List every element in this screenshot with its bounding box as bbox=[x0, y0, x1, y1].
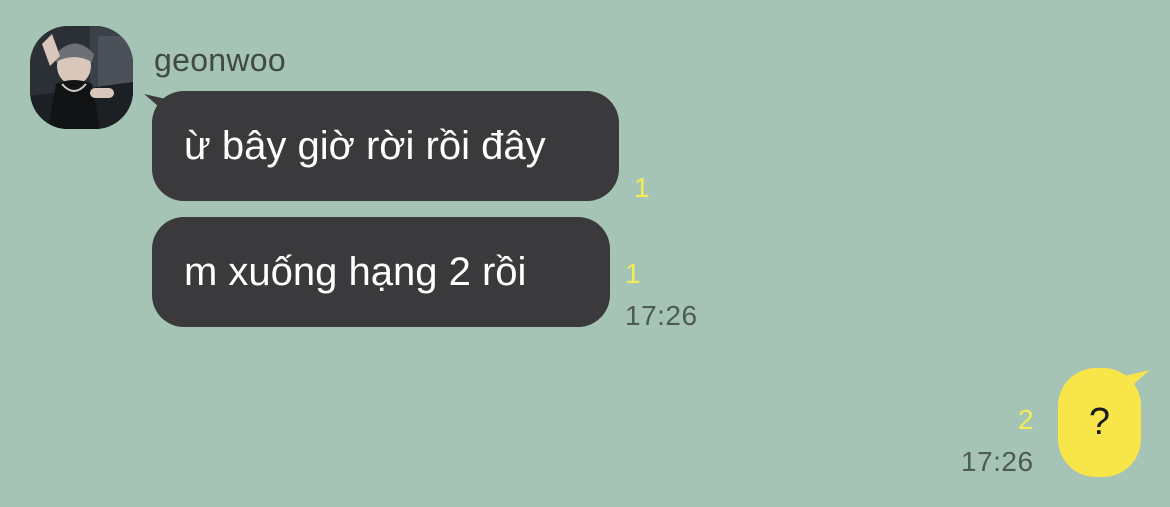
unread-count: 2 bbox=[1018, 404, 1034, 435]
message-timestamp: 17:26 bbox=[625, 300, 698, 331]
sender-avatar[interactable] bbox=[30, 26, 133, 129]
message-text: ? bbox=[1088, 401, 1111, 443]
message-timestamp: 17:26 bbox=[961, 446, 1034, 477]
chat-window: geonwoo ừ bây giờ rời rồi đây 1 m xuống … bbox=[0, 0, 1170, 507]
avatar-photo bbox=[30, 26, 133, 129]
outgoing-message-bubble[interactable]: ? bbox=[1058, 368, 1141, 477]
incoming-message-bubble[interactable]: ừ bây giờ rời rồi đây bbox=[152, 91, 619, 201]
sender-name: geonwoo bbox=[154, 42, 286, 78]
incoming-message-bubble[interactable]: m xuống hạng 2 rồi bbox=[152, 217, 610, 327]
message-text: m xuống hạng 2 rồi bbox=[184, 249, 527, 294]
message-text: ừ bây giờ rời rồi đây bbox=[184, 123, 546, 168]
unread-count: 1 bbox=[625, 258, 641, 289]
unread-count: 1 bbox=[634, 172, 650, 203]
